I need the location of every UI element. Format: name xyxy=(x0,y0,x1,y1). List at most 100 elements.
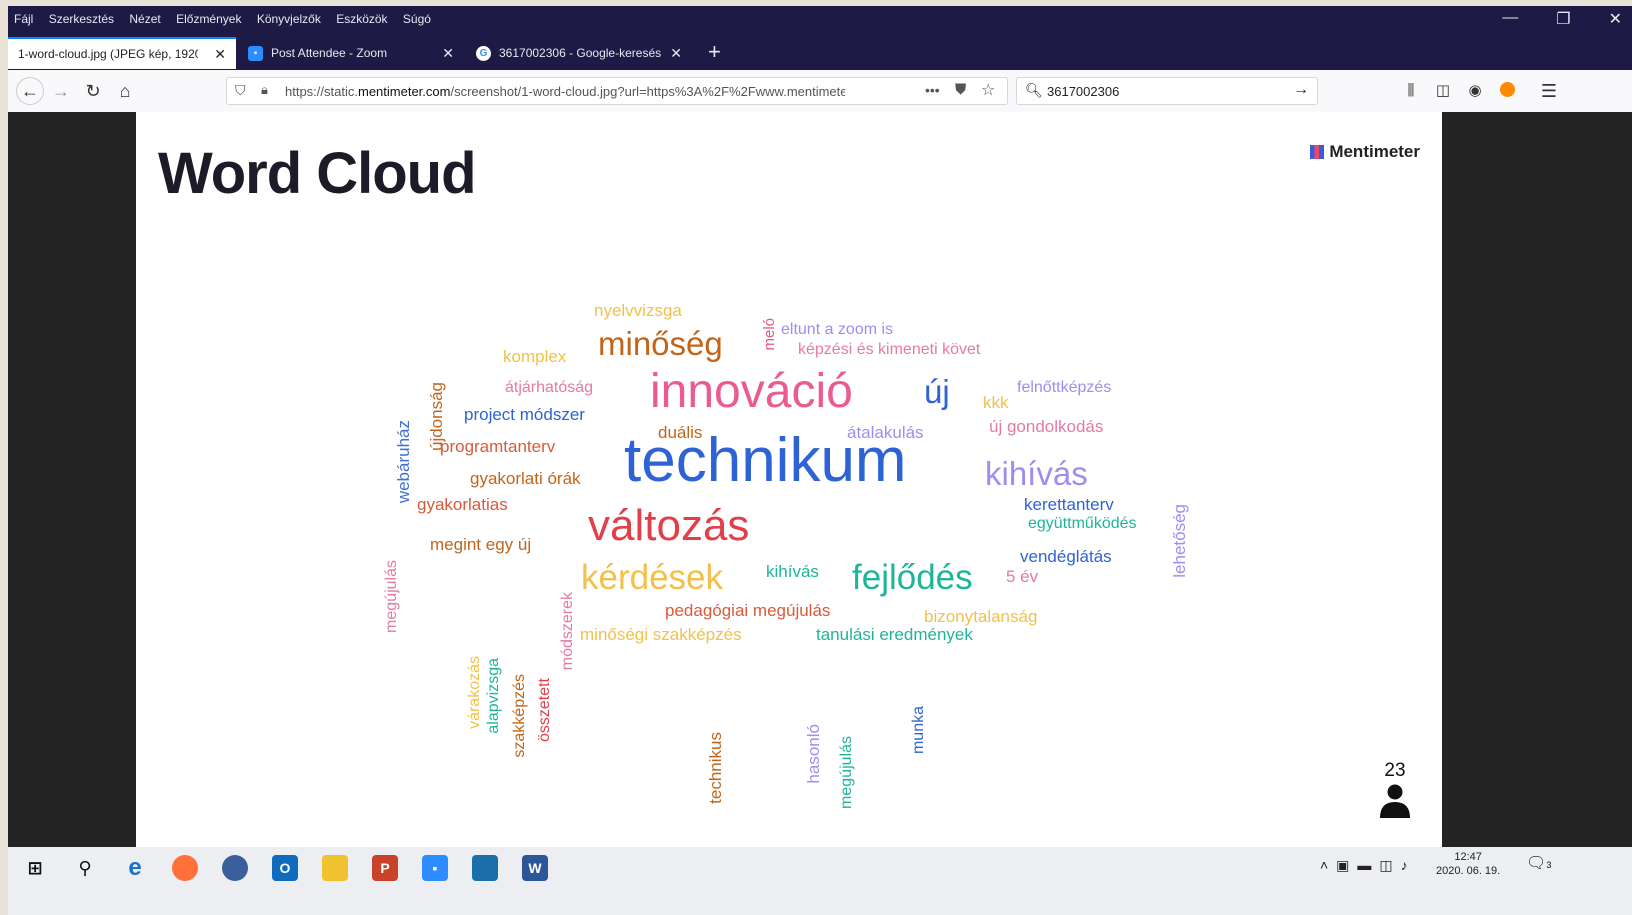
pocket-icon[interactable]: ⛊ xyxy=(955,81,966,98)
word-cloud-word: kerettanterv xyxy=(1024,495,1114,514)
person-icon xyxy=(1380,784,1410,818)
library-icon[interactable]: ⫼ xyxy=(1400,80,1422,102)
navigation-bar: ← → ↻ ⌂ ⛉ 🔒︎ https://static.mentimeter.c… xyxy=(8,70,1632,113)
clock-date: 2020. 06. 19. xyxy=(1436,865,1501,877)
word-cloud-word: szakképzés xyxy=(511,674,528,758)
mentimeter-logo: Mentimeter xyxy=(1310,142,1420,162)
word-cloud-word: megújulás xyxy=(383,560,400,633)
back-icon[interactable]: ← xyxy=(16,77,44,105)
url-text[interactable]: https://static.mentimeter.com/screenshot… xyxy=(285,84,845,99)
slide: Word Cloud Mentimeter nyelvvizsga meló elt… xyxy=(136,112,1442,847)
word-cloud-word: új xyxy=(924,373,950,410)
word-cloud-word: együttműködés xyxy=(1028,515,1137,532)
system-tray-icons[interactable]: ˄▣▬◫♪ xyxy=(1320,857,1416,874)
outlook-icon[interactable]: O xyxy=(272,855,298,881)
word-cloud-word: minőségi szakképzés xyxy=(580,625,742,644)
word-cloud-word: webáruház xyxy=(394,420,413,504)
word-cloud-word: bizonytalanság xyxy=(924,607,1038,626)
file-explorer-icon[interactable] xyxy=(322,855,348,881)
app-icon[interactable] xyxy=(222,855,248,881)
participant-count: 23 xyxy=(1384,760,1406,781)
menu-bookmarks[interactable]: Könyvjelzők xyxy=(257,12,321,26)
word-icon[interactable]: W xyxy=(522,855,548,881)
close-tab-icon[interactable]: ✕ xyxy=(670,45,682,62)
zoom-icon: ▪ xyxy=(248,45,263,61)
new-tab-button[interactable]: + xyxy=(708,39,721,65)
word-cloud-word: felnőttképzés xyxy=(1017,379,1112,396)
word-cloud-word: pedagógiai megújulás xyxy=(665,601,831,620)
word-cloud-word: komplex xyxy=(503,347,567,366)
zoom-taskbar-icon[interactable]: ▪ xyxy=(422,855,448,881)
menu-view[interactable]: Nézet xyxy=(129,12,160,26)
image-viewer: Word Cloud Mentimeter nyelvvizsga meló elt… xyxy=(8,112,1632,847)
url-bar[interactable]: ⛉ 🔒︎ https://static.mentimeter.com/scree… xyxy=(226,77,1008,105)
go-arrow-icon[interactable]: → xyxy=(1293,81,1309,99)
powerpoint-icon[interactable]: P xyxy=(372,855,398,881)
tab-label: 1-word-cloud.jpg (JPEG kép, 1920 xyxy=(18,47,198,61)
word-cloud-word: képzési és kimeneti követ xyxy=(798,341,981,358)
mentimeter-logo-icon xyxy=(1310,145,1325,159)
reload-icon[interactable]: ↻ xyxy=(82,80,104,102)
close-tab-icon[interactable]: ✕ xyxy=(214,46,226,63)
tab-word-cloud[interactable]: 1-word-cloud.jpg (JPEG kép, 1920 ✕ xyxy=(8,37,236,69)
menu-history[interactable]: Előzmények xyxy=(176,12,241,26)
shield-icon[interactable]: ⛉ xyxy=(235,82,246,99)
restore-button[interactable]: ❐ xyxy=(1556,9,1570,29)
word-cloud-word: munka xyxy=(910,706,927,755)
google-icon: G xyxy=(476,45,491,61)
word-cloud-word: gyakorlati órák xyxy=(470,469,581,488)
word-cloud-word: technikus xyxy=(706,732,725,804)
word-cloud-word: project módszer xyxy=(464,405,585,424)
photos-icon[interactable] xyxy=(472,855,498,881)
menu-tools[interactable]: Eszközök xyxy=(336,12,387,26)
tab-label: Post Attendee - Zoom xyxy=(271,46,388,60)
home-icon[interactable]: ⌂ xyxy=(114,80,136,102)
word-cloud-word: új gondolkodás xyxy=(989,417,1104,436)
close-tab-icon[interactable]: ✕ xyxy=(442,45,454,62)
word-cloud-word: technikum xyxy=(624,426,907,495)
sidebar-icon[interactable]: ◫ xyxy=(1432,80,1454,102)
firefox-icon[interactable] xyxy=(172,855,198,881)
start-windows-icon[interactable]: ⊞ xyxy=(22,855,48,881)
word-cloud-word: alapvizsga xyxy=(485,658,502,734)
account-icon[interactable]: ◉ xyxy=(1464,80,1486,102)
close-window-button[interactable]: ✕ xyxy=(1609,9,1622,29)
word-cloud-word: eltunt a zoom is xyxy=(781,321,894,338)
word-cloud-word: fejlődés xyxy=(852,558,973,597)
menu-file[interactable]: Fájl xyxy=(14,12,33,26)
word-cloud-word: kihívás xyxy=(985,455,1088,492)
clock[interactable]: 12:47 2020. 06. 19. xyxy=(1436,851,1500,877)
word-cloud-word: vendéglátás xyxy=(1020,547,1112,566)
search-box[interactable]: 🔍︎ 3617002306 → xyxy=(1016,77,1318,105)
more-actions-icon[interactable]: ••• xyxy=(925,82,940,98)
word-cloud-word: minőség xyxy=(598,325,723,362)
word-cloud-word: összetett xyxy=(536,678,553,743)
screen: Fájl Szerkesztés Nézet Előzmények Könyvj… xyxy=(8,6,1632,915)
menu-help[interactable]: Súgó xyxy=(403,12,431,26)
word-cloud-word: változás xyxy=(588,501,750,550)
bookmark-star-icon[interactable]: ☆ xyxy=(981,80,995,100)
hamburger-menu-icon[interactable]: ☰ xyxy=(1538,80,1560,102)
word-cloud-word: átjárhatóság xyxy=(505,379,594,396)
word-cloud-word: megújulás xyxy=(838,736,855,809)
lock-icon[interactable]: 🔒︎ xyxy=(261,82,268,98)
word-cloud-word: módszerek xyxy=(559,592,576,671)
search-input[interactable]: 3617002306 xyxy=(1047,84,1119,99)
word-cloud-word: 5 év xyxy=(1006,567,1039,586)
forward-icon[interactable]: → xyxy=(50,80,72,102)
menu-bar: Fájl Szerkesztés Nézet Előzmények Könyvj… xyxy=(8,6,1632,32)
word-cloud-word: megint egy új xyxy=(430,535,532,554)
edge-icon[interactable]: e xyxy=(122,854,148,881)
minimize-button[interactable]: — xyxy=(1502,9,1518,29)
word-cloud-word: innováció xyxy=(650,365,853,418)
word-cloud-word: kihívás xyxy=(766,562,819,581)
tab-zoom[interactable]: ▪ Post Attendee - Zoom ✕ xyxy=(238,37,464,69)
menu-edit[interactable]: Szerkesztés xyxy=(49,12,114,26)
extension-icon[interactable] xyxy=(1496,80,1518,102)
notification-icon[interactable]: 🗨︎3 xyxy=(1526,853,1551,873)
tab-google[interactable]: G 3617002306 - Google-keresés ✕ xyxy=(466,37,692,69)
word-cloud-word: tanulási eredmények xyxy=(816,625,973,644)
search-taskbar-icon[interactable]: ⚲ xyxy=(72,855,98,881)
word-cloud-word: lehetőség xyxy=(1170,504,1189,578)
word-cloud-word: kérdések xyxy=(581,558,724,597)
